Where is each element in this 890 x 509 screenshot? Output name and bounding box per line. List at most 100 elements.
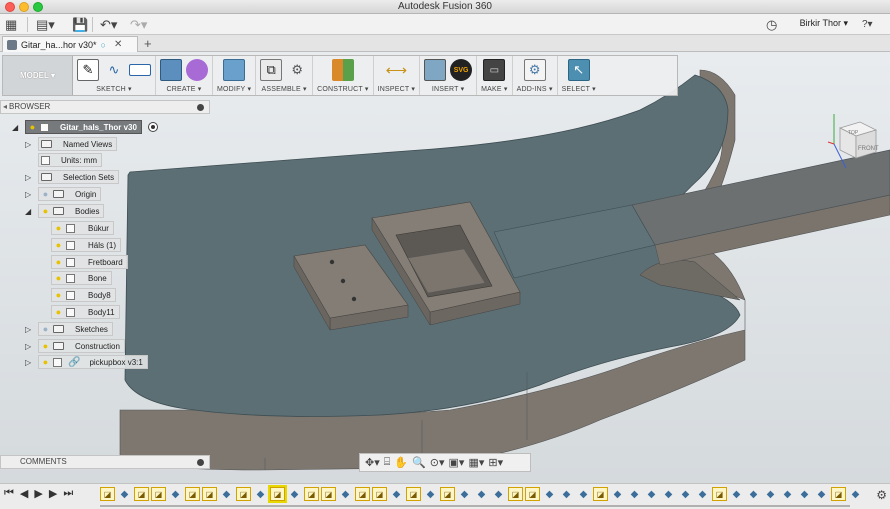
new-tab-icon[interactable]: + [144,36,152,51]
tree-item-body[interactable]: ● Body8 [51,288,116,302]
expanded-arrow-icon[interactable]: ◢ [12,123,20,132]
sketch-menu[interactable]: SKETCH ▾ [96,85,131,93]
undo-icon[interactable]: ↶▾ [100,17,117,32]
tree-item-bodies[interactable]: ◢ ● Bodies [25,204,105,218]
timeline-body-feature-icon[interactable]: ◆ [610,487,625,501]
go-to-start-icon[interactable]: ⏮ [4,487,14,500]
timeline-sketch-feature-icon[interactable]: ◪ [831,487,846,501]
visibility-bulb-icon[interactable]: ● [54,273,63,283]
timeline-body-feature-icon[interactable]: ◆ [253,487,268,501]
create-sketch-icon[interactable]: ✎ [77,59,99,81]
workspace-switcher[interactable]: MODEL ▾ [3,56,73,95]
close-window-button[interactable] [5,2,15,12]
tree-item-named-views[interactable]: ▷ Named Views [25,137,118,151]
3d-canvas[interactable]: TOP FRONT [0,52,890,483]
timeline-sketch-feature-icon[interactable]: ◪ [151,487,166,501]
timeline-body-feature-icon[interactable]: ◆ [678,487,693,501]
guitar-model[interactable] [0,52,890,483]
timeline-body-feature-icon[interactable]: ◆ [814,487,829,501]
timeline-body-feature-icon[interactable]: ◆ [542,487,557,501]
timeline-body-feature-icon[interactable]: ◆ [423,487,438,501]
timeline-sketch-feature-icon[interactable]: ◪ [268,485,287,503]
rectangle-icon[interactable] [129,64,151,76]
timeline-body-feature-icon[interactable]: ◆ [457,487,472,501]
add-ins-menu[interactable]: ADD-INS ▾ [517,85,553,93]
visibility-bulb-icon[interactable]: ● [41,324,50,334]
joint-icon[interactable]: ⚙ [286,59,308,81]
timeline-body-feature-icon[interactable]: ◆ [287,487,302,501]
collapsed-arrow-icon[interactable]: ▷ [25,173,33,182]
timeline-body-feature-icon[interactable]: ◆ [661,487,676,501]
close-tab-icon[interactable]: ✕ [114,39,122,50]
tree-item-origin[interactable]: ▷ ● Origin [25,187,102,201]
timeline-sketch-feature-icon[interactable]: ◪ [236,487,251,501]
collapsed-arrow-icon[interactable]: ▷ [25,342,33,351]
job-status-clock-icon[interactable]: ◷ [766,17,777,32]
new-component-icon[interactable]: ⧉ [260,59,283,81]
file-menu-icon[interactable]: ▤▾ [36,17,55,32]
timeline-body-feature-icon[interactable]: ◆ [797,487,812,501]
viewports-icon[interactable]: ⊞▾ [488,456,503,469]
grid-settings-icon[interactable]: ▦▾ [468,456,484,469]
form-sphere-icon[interactable] [186,59,208,81]
look-at-icon[interactable]: ⌸ [384,456,391,469]
timeline-body-feature-icon[interactable]: ◆ [338,487,353,501]
measure-icon[interactable]: ⟷ [385,59,408,81]
collapsed-arrow-icon[interactable]: ▷ [25,358,33,367]
timeline-body-feature-icon[interactable]: ◆ [763,487,778,501]
app-grid-icon[interactable]: ▦ [5,17,17,32]
collapsed-arrow-icon[interactable]: ▷ [25,140,33,149]
browser-panel-header[interactable]: ◂ BROWSER [0,100,210,114]
timeline-body-feature-icon[interactable]: ◆ [576,487,591,501]
collapse-icon[interactable]: ◂ [3,101,7,113]
timeline-sketch-feature-icon[interactable]: ◪ [134,487,149,501]
tree-item-sketches[interactable]: ▷ ● Sketches [25,322,113,336]
timeline-sketch-feature-icon[interactable]: ◪ [593,487,608,501]
visibility-bulb-icon[interactable]: ● [54,257,63,267]
pin-icon[interactable] [197,459,204,466]
help-icon[interactable]: ?▾ [862,17,873,32]
timeline-sketch-feature-icon[interactable]: ◪ [355,487,370,501]
timeline-sketch-feature-icon[interactable]: ◪ [202,487,217,501]
timeline-body-feature-icon[interactable]: ◆ [474,487,489,501]
timeline-body-feature-icon[interactable]: ◆ [168,487,183,501]
step-forward-icon[interactable]: ▶ [49,487,57,500]
comments-panel-header[interactable]: COMMENTS [0,455,210,469]
visibility-bulb-icon[interactable]: ● [41,206,50,216]
timeline-sketch-feature-icon[interactable]: ◪ [440,487,455,501]
modify-menu[interactable]: MODIFY ▾ [217,85,251,93]
tree-item-pickupbox[interactable]: ▷ ● 🔗 pickupbox v3:1 [25,355,148,369]
activate-component-icon[interactable] [147,122,158,132]
timeline-sketch-feature-icon[interactable]: ◪ [508,487,523,501]
insert-menu[interactable]: INSERT ▾ [432,85,464,93]
timeline-sketch-feature-icon[interactable]: ◪ [712,487,727,501]
display-settings-icon[interactable]: ▣▾ [449,456,465,469]
visibility-bulb-icon[interactable]: ● [54,290,63,300]
attached-canvas-icon[interactable] [424,59,447,81]
timeline-body-feature-icon[interactable]: ◆ [491,487,506,501]
go-to-end-icon[interactable]: ⏭ [63,487,73,500]
document-tab[interactable]: Gitar_ha...hor v30* ○ ✕ [2,36,138,52]
3d-print-icon[interactable]: ▭ [483,59,506,81]
make-menu[interactable]: MAKE ▾ [481,85,508,93]
visibility-bulb-icon[interactable]: ● [28,122,37,132]
user-account-menu[interactable]: Birkir Thor ▾ [800,18,848,29]
view-cube[interactable]: TOP FRONT [826,110,882,172]
press-pull-icon[interactable] [223,59,246,81]
redo-icon[interactable]: ↷▾ [130,17,147,32]
zoom-icon[interactable]: 🔍 [412,456,426,469]
timeline-body-feature-icon[interactable]: ◆ [117,487,132,501]
scripts-and-add-ins-icon[interactable]: ⚙ [523,59,546,81]
timeline-settings-gear-icon[interactable]: ⚙ [876,488,887,502]
timeline-sketch-feature-icon[interactable]: ◪ [321,487,336,501]
visibility-bulb-icon[interactable]: ● [41,189,50,199]
timeline-body-feature-icon[interactable]: ◆ [746,487,761,501]
timeline-sketch-feature-icon[interactable]: ◪ [406,487,421,501]
pin-icon[interactable] [197,104,204,111]
visibility-bulb-icon[interactable]: ● [54,240,63,250]
offset-plane-icon[interactable] [331,59,354,81]
create-menu[interactable]: CREATE ▾ [167,85,202,93]
timeline-body-feature-icon[interactable]: ◆ [780,487,795,501]
expanded-arrow-icon[interactable]: ◢ [25,207,33,216]
timeline-body-feature-icon[interactable]: ◆ [559,487,574,501]
